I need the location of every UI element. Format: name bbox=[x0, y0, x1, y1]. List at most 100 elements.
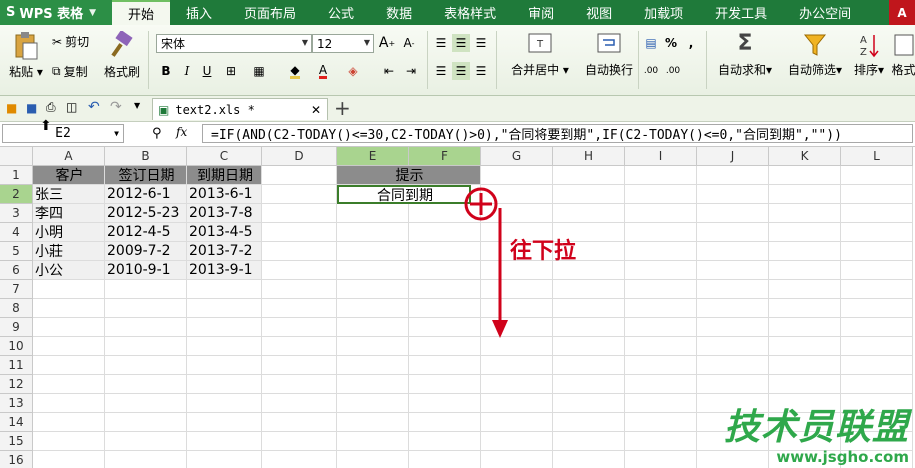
cell-f11[interactable] bbox=[409, 356, 481, 375]
cell-e11[interactable] bbox=[337, 356, 409, 375]
cell-k6[interactable] bbox=[769, 261, 841, 280]
cell-g12[interactable] bbox=[481, 375, 553, 394]
cell-c14[interactable] bbox=[187, 413, 262, 432]
cell-h10[interactable] bbox=[553, 337, 625, 356]
close-tab-icon[interactable]: ✕ bbox=[311, 103, 321, 117]
copy-button[interactable]: ⧉ 复制 bbox=[52, 63, 88, 80]
cell-b15[interactable] bbox=[105, 432, 187, 451]
cell-f12[interactable] bbox=[409, 375, 481, 394]
tab-addins[interactable]: 加载项 bbox=[628, 0, 699, 25]
cell-j1[interactable] bbox=[697, 166, 769, 185]
cell-c10[interactable] bbox=[187, 337, 262, 356]
cell-g16[interactable] bbox=[481, 451, 553, 468]
cell-a14[interactable] bbox=[33, 413, 105, 432]
cell-c13[interactable] bbox=[187, 394, 262, 413]
format-button[interactable]: 格式 bbox=[892, 31, 915, 78]
cell-c2[interactable]: 2013-6-1 bbox=[187, 185, 262, 204]
cell-k11[interactable] bbox=[769, 356, 841, 375]
row-header-9[interactable]: 9 bbox=[0, 318, 33, 337]
cell-c6[interactable]: 2013-9-1 bbox=[187, 261, 262, 280]
cell-f13[interactable] bbox=[409, 394, 481, 413]
sort-button[interactable]: AZ 排序▾ bbox=[852, 31, 886, 78]
row-header-2[interactable]: 2 bbox=[0, 185, 33, 204]
tab-office-space[interactable]: 办公空间 bbox=[783, 0, 867, 25]
cell-d1[interactable] bbox=[262, 166, 337, 185]
borders-button[interactable]: ⊞ bbox=[222, 62, 240, 80]
cell-d14[interactable] bbox=[262, 413, 337, 432]
cell-j5[interactable] bbox=[697, 242, 769, 261]
cell-i3[interactable] bbox=[625, 204, 697, 223]
cell-a7[interactable] bbox=[33, 280, 105, 299]
column-header-b[interactable]: B bbox=[105, 147, 187, 166]
cell-b1[interactable]: 签订日期 bbox=[105, 166, 187, 185]
cell-c16[interactable] bbox=[187, 451, 262, 468]
cell-h3[interactable] bbox=[553, 204, 625, 223]
shrink-font-button[interactable]: A- bbox=[400, 34, 418, 52]
cell-b10[interactable] bbox=[105, 337, 187, 356]
cell-e15[interactable] bbox=[337, 432, 409, 451]
cell-c3[interactable]: 2013-7-8 bbox=[187, 204, 262, 223]
cell-a2[interactable]: 张三 bbox=[33, 185, 105, 204]
increase-indent-button[interactable]: ⇥ bbox=[402, 62, 420, 80]
cell-k10[interactable] bbox=[769, 337, 841, 356]
file-tab[interactable]: ▣ text2.xls * ✕ bbox=[152, 98, 328, 120]
cell-d11[interactable] bbox=[262, 356, 337, 375]
cell-a5[interactable]: 小莊 bbox=[33, 242, 105, 261]
column-header-j[interactable]: J bbox=[697, 147, 769, 166]
underline-button[interactable]: U bbox=[198, 62, 216, 80]
cell-h9[interactable] bbox=[553, 318, 625, 337]
align-middle-button[interactable]: ☰ bbox=[452, 34, 470, 52]
cell-j3[interactable] bbox=[697, 204, 769, 223]
row-header-12[interactable]: 12 bbox=[0, 375, 33, 394]
cell-d3[interactable] bbox=[262, 204, 337, 223]
cell-j12[interactable] bbox=[697, 375, 769, 394]
autofilter-button[interactable]: 自动筛选▾ bbox=[782, 31, 848, 78]
cell-i15[interactable] bbox=[625, 432, 697, 451]
cell-f16[interactable] bbox=[409, 451, 481, 468]
cell-d13[interactable] bbox=[262, 394, 337, 413]
cell-f14[interactable] bbox=[409, 413, 481, 432]
bold-button[interactable]: B bbox=[157, 62, 175, 80]
cell-a4[interactable]: 小明 bbox=[33, 223, 105, 242]
cell-i14[interactable] bbox=[625, 413, 697, 432]
cell-d8[interactable] bbox=[262, 299, 337, 318]
cell-j2[interactable] bbox=[697, 185, 769, 204]
column-header-a[interactable]: A bbox=[33, 147, 105, 166]
cell-b13[interactable] bbox=[105, 394, 187, 413]
tab-developer[interactable]: 开发工具 bbox=[699, 0, 783, 25]
open-icon[interactable]: ■ bbox=[6, 101, 17, 115]
save-icon[interactable]: ■ bbox=[26, 101, 37, 115]
app-menu-button[interactable]: S WPS 表格 ▼ bbox=[0, 0, 112, 25]
tab-home[interactable]: 开始 bbox=[112, 0, 171, 25]
cell-style-button[interactable]: ▦ bbox=[250, 62, 268, 80]
cell-a8[interactable] bbox=[33, 299, 105, 318]
row-header-3[interactable]: 3 bbox=[0, 204, 33, 223]
cell-b7[interactable] bbox=[105, 280, 187, 299]
cell-h1[interactable] bbox=[553, 166, 625, 185]
cell-l10[interactable] bbox=[841, 337, 913, 356]
select-all-corner[interactable] bbox=[0, 147, 33, 166]
cell-a15[interactable] bbox=[33, 432, 105, 451]
cell-g14[interactable] bbox=[481, 413, 553, 432]
cell-d12[interactable] bbox=[262, 375, 337, 394]
cell-e6[interactable] bbox=[337, 261, 409, 280]
column-header-h[interactable]: H bbox=[553, 147, 625, 166]
cell-b4[interactable]: 2012-4-5 bbox=[105, 223, 187, 242]
cell-d15[interactable] bbox=[262, 432, 337, 451]
cell-j8[interactable] bbox=[697, 299, 769, 318]
cell-a6[interactable]: 小公 bbox=[33, 261, 105, 280]
cell-c5[interactable]: 2013-7-2 bbox=[187, 242, 262, 261]
cell-e2-selected[interactable]: 合同到期 bbox=[337, 185, 471, 204]
cell-e13[interactable] bbox=[337, 394, 409, 413]
cell-l11[interactable] bbox=[841, 356, 913, 375]
cell-c4[interactable]: 2013-4-5 bbox=[187, 223, 262, 242]
cell-c11[interactable] bbox=[187, 356, 262, 375]
cell-k8[interactable] bbox=[769, 299, 841, 318]
cell-h14[interactable] bbox=[553, 413, 625, 432]
name-box[interactable]: E2 ▼ bbox=[2, 124, 124, 143]
cell-c8[interactable] bbox=[187, 299, 262, 318]
percent-button[interactable]: % bbox=[662, 34, 680, 52]
cell-i5[interactable] bbox=[625, 242, 697, 261]
cell-j10[interactable] bbox=[697, 337, 769, 356]
cell-a16[interactable] bbox=[33, 451, 105, 468]
